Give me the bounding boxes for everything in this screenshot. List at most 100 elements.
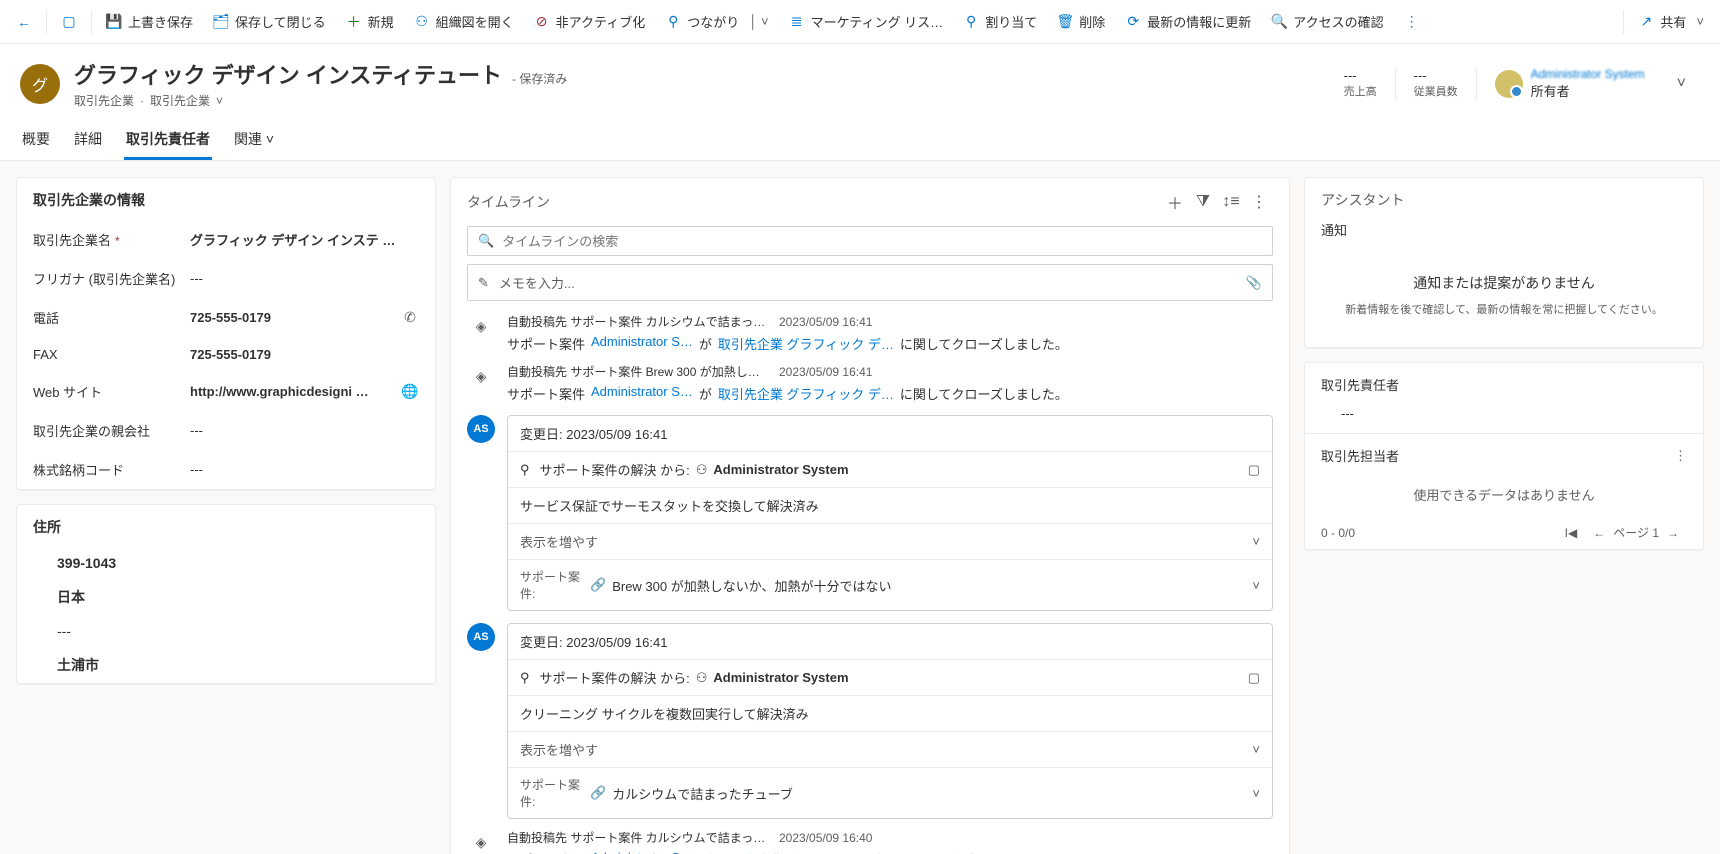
account-link[interactable]: 取引先企業 グラフィック デ…	[718, 850, 894, 854]
overflow-button[interactable]: ⋮	[1394, 8, 1430, 36]
assign-button[interactable]: ⚲割り当て	[953, 6, 1047, 37]
field-parent-account[interactable]: 取引先企業の親会社 ---	[17, 411, 435, 450]
open-record-icon[interactable]: ▢	[1248, 670, 1260, 686]
timeline-search[interactable]: 🔍	[467, 226, 1273, 256]
field-phone[interactable]: 電話 725-555-0179 ✆	[17, 298, 435, 337]
timeline-item[interactable]: ◈ 自動投稿先 サポート案件 カルシウムで詰まった… 2023/05/09 16…	[467, 829, 1273, 854]
auto-post-title: 自動投稿先 サポート案件 カルシウムで詰まった…	[507, 313, 767, 330]
chevron-down-icon: ˅	[1252, 742, 1260, 757]
timeline-item[interactable]: ◈ 自動投稿先 サポート案件 Brew 300 が加熱しな… 2023/05/0…	[467, 363, 1273, 403]
address-line[interactable]: 日本	[17, 579, 435, 615]
marketing-list-button[interactable]: ≣マーケティング リス…	[779, 6, 954, 37]
related-case-row[interactable]: サポート案件: 🔗Brew 300 が加熱しないか、加熱が十分ではない ˅	[508, 560, 1272, 610]
delete-button[interactable]: 🗑削除	[1047, 6, 1115, 37]
tab-details[interactable]: 詳細	[72, 121, 104, 160]
field-value: ---	[190, 462, 419, 477]
open-org-button[interactable]: ⚇組織図を開く	[404, 6, 524, 37]
employees-field[interactable]: --- 従業員数	[1414, 68, 1458, 99]
pencil-icon: ✎	[478, 275, 489, 291]
separator	[1476, 68, 1477, 100]
related-case-row[interactable]: サポート案件: 🔗カルシウムで詰まったチューブ ˅	[508, 768, 1272, 818]
revenue-field[interactable]: --- 売上高	[1344, 68, 1377, 99]
deactivate-label: 非アクティブ化	[556, 12, 646, 31]
field-ticker[interactable]: 株式銘柄コード ---	[17, 450, 435, 489]
field-account-name[interactable]: 取引先企業名* グラフィック デザイン インステ …	[17, 220, 435, 259]
case-label: サポート案件:	[520, 568, 590, 602]
case-link[interactable]: Administrator S…	[591, 384, 693, 403]
command-bar: ← ▢ 💾上書き保存 🗂保存して閉じる ＋新規 ⚇組織図を開く ⊘非アクティブ化…	[0, 0, 1720, 44]
activity-type: サポート案件の解決 から:	[540, 460, 690, 479]
assistant-section: アシスタント 通知 通知または提案がありません 新着情報を後で確認して、最新の情…	[1304, 177, 1704, 348]
field-value: ---	[190, 271, 419, 286]
back-button[interactable]: ←	[6, 8, 42, 36]
entity-type: 取引先企業	[74, 92, 134, 109]
more-vertical-icon[interactable]: ⋮	[1674, 448, 1687, 464]
timeline-note-input[interactable]: ✎ メモを入力... 📎	[467, 264, 1273, 301]
record-title: グラフィック デザイン インスティテュート	[74, 58, 502, 90]
plus-icon: ＋	[346, 14, 362, 30]
new-button[interactable]: ＋新規	[336, 6, 404, 37]
timeline-filter-button[interactable]: ⧩	[1189, 193, 1217, 211]
attachment-icon[interactable]: 📎	[1246, 275, 1262, 291]
open-record-icon[interactable]: ▢	[1248, 462, 1260, 478]
connect-label: つながり	[687, 12, 739, 31]
account-link[interactable]: 取引先企業 グラフィック デ…	[718, 384, 894, 403]
owner-field[interactable]: Administrator System 所有者	[1495, 67, 1645, 100]
field-fax[interactable]: FAX 725-555-0179	[17, 337, 435, 372]
save-icon: 💾	[106, 14, 122, 30]
case-link[interactable]: Administrator S…	[591, 850, 693, 854]
owner-name: Administrator System	[1531, 67, 1645, 81]
timeline-section: タイムライン ＋ ⧩ ↕≡ ⋮ 🔍 ✎ メモを入力... 📎 ◈	[450, 177, 1290, 854]
expand-button[interactable]: 表示を増やす ˅	[508, 524, 1272, 560]
save-button[interactable]: 💾上書き保存	[96, 6, 203, 37]
timeline-sort-button[interactable]: ↕≡	[1217, 193, 1245, 211]
connect-button[interactable]: ⚲つながり│ ˅	[655, 6, 778, 37]
chevron-down-icon[interactable]: ˅	[216, 94, 223, 108]
share-button[interactable]: ↗共有˅	[1628, 6, 1714, 37]
field-furigana[interactable]: フリガナ (取引先企業名) ---	[17, 259, 435, 298]
tab-related[interactable]: 関連 ˅	[232, 121, 276, 160]
auto-post-title: 自動投稿先 サポート案件 カルシウムで詰まった…	[507, 829, 767, 846]
no-data-message: 使用できるデータはありません	[1321, 485, 1687, 504]
check-access-label: アクセスの確認	[1293, 12, 1383, 31]
address-line[interactable]: 土浦市	[17, 647, 435, 683]
activity-card: 変更日: 2023/05/09 16:41 ⚲ サポート案件の解決 から: ⚇ …	[507, 623, 1273, 819]
revenue-label: 売上高	[1344, 83, 1377, 99]
first-page-button[interactable]: I◀	[1557, 526, 1586, 540]
empty-title: 通知または提案がありません	[1325, 273, 1683, 293]
timeline-search-input[interactable]	[502, 234, 1262, 249]
next-page-button[interactable]: →	[1659, 526, 1687, 540]
form-type: 取引先企業	[150, 92, 210, 109]
list-icon: ≣	[789, 14, 805, 30]
form-selector-button[interactable]: ▢	[51, 8, 87, 36]
check-access-button[interactable]: 🔍アクセスの確認	[1261, 6, 1393, 37]
address-line[interactable]: 399-1043	[17, 547, 435, 579]
account-link[interactable]: 取引先企業 グラフィック デ…	[718, 334, 894, 353]
page-label: ページ 1	[1613, 524, 1659, 541]
contacts-value[interactable]: ---	[1321, 406, 1687, 421]
timeline-add-button[interactable]: ＋	[1161, 190, 1189, 214]
deactivate-button[interactable]: ⊘非アクティブ化	[524, 6, 656, 37]
prev-page-button[interactable]: ←	[1585, 526, 1613, 540]
field-website[interactable]: Web サイト http://www.graphicdesigni … 🌐	[17, 372, 435, 411]
field-value: ---	[190, 423, 419, 438]
address-line[interactable]: ---	[17, 615, 435, 647]
owner-label: 所有者	[1531, 81, 1645, 100]
timeline-item[interactable]: AS 変更日: 2023/05/09 16:41 ⚲ サポート案件の解決 から:…	[467, 413, 1273, 611]
tab-summary[interactable]: 概要	[20, 121, 52, 160]
tab-contacts[interactable]: 取引先責任者	[124, 121, 212, 160]
case-link[interactable]: Administrator S…	[591, 334, 693, 353]
timeline-item[interactable]: ◈ 自動投稿先 サポート案件 カルシウムで詰まった… 2023/05/09 16…	[467, 313, 1273, 353]
refresh-button[interactable]: ⟳最新の情報に更新	[1115, 6, 1261, 37]
field-value: http://www.graphicdesigni …	[190, 384, 389, 399]
timeline-more-button[interactable]: ⋮	[1245, 192, 1273, 212]
case-value: Brew 300 が加熱しないか、加熱が十分ではない	[612, 576, 891, 595]
expand-button[interactable]: 表示を増やす ˅	[508, 732, 1272, 768]
auto-post-title: 自動投稿先 サポート案件 Brew 300 が加熱しな…	[507, 363, 767, 380]
timeline-item[interactable]: AS 変更日: 2023/05/09 16:41 ⚲ サポート案件の解決 から:…	[467, 621, 1273, 819]
header-expand-button[interactable]: ˅	[1663, 71, 1700, 97]
auto-post-date: 2023/05/09 16:40	[779, 831, 872, 845]
save-close-button[interactable]: 🗂保存して閉じる	[203, 6, 336, 37]
globe-icon[interactable]: 🌐	[401, 383, 419, 400]
phone-icon[interactable]: ✆	[401, 309, 419, 326]
